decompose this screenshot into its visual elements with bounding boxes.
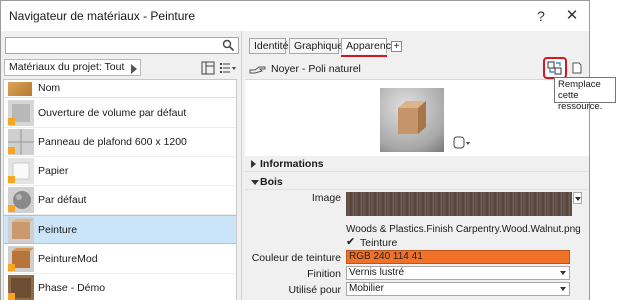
use-label: Utilisé pour <box>288 284 341 296</box>
material-name: Peinture <box>38 224 78 236</box>
use-select[interactable]: Mobilier <box>346 282 570 296</box>
list-item[interactable]: Papier <box>4 157 236 186</box>
column-header-name[interactable]: Nom <box>38 82 60 94</box>
search-input[interactable] <box>5 37 239 54</box>
project-marker-icon <box>8 147 15 154</box>
tint-checkbox-label: Teinture <box>360 237 398 249</box>
image-options-button[interactable] <box>573 192 582 204</box>
image-label: Image <box>311 192 341 204</box>
finish-label: Finition <box>307 268 341 280</box>
expand-icon <box>251 160 256 168</box>
asset-bar: Noyer - Poli naturel <box>245 57 589 80</box>
tab-apparence[interactable]: Apparence <box>341 38 397 54</box>
list-item[interactable]: Ouverture de volume par défaut <box>4 99 236 128</box>
material-list: Nom Ouverture de volume par défaut Panne… <box>3 79 237 300</box>
material-name: Phase - Démo <box>38 282 106 294</box>
list-item[interactable]: Panneau de plafond 600 x 1200 <box>4 128 236 157</box>
material-name: PeintureMod <box>38 253 98 265</box>
material-name: Ouverture de volume par défaut <box>38 107 187 119</box>
search-icon[interactable] <box>222 39 235 52</box>
list-item[interactable]: Par défaut <box>4 186 236 215</box>
tab-identite[interactable]: Identité <box>249 38 288 54</box>
project-filter-label: Matériaux du projet: Tout <box>9 61 125 73</box>
replace-asset-icon <box>547 61 562 75</box>
collapse-icon <box>251 180 259 185</box>
close-button[interactable]: ✕ <box>560 5 584 27</box>
panel-toggle-icon[interactable] <box>201 61 215 75</box>
tab-graphiques[interactable]: Graphiques <box>289 38 348 54</box>
tint-color-label: Couleur de teinture <box>251 252 341 264</box>
image-file-name: Woods & Plastics.Finish Carpentry.Wood.W… <box>346 224 581 235</box>
list-item[interactable]: Phase - Démo <box>4 274 236 300</box>
material-name: Panneau de plafond 600 x 1200 <box>38 136 187 148</box>
material-preview <box>380 88 444 152</box>
asset-name: Noyer - Poli naturel <box>271 63 361 75</box>
material-name: Par défaut <box>38 194 87 206</box>
material-thumbnail-icon <box>8 217 34 243</box>
help-button[interactable]: ? <box>529 5 553 27</box>
preview-options-icon[interactable] <box>453 136 473 150</box>
project-marker-icon <box>8 264 15 271</box>
tooltip-line-1: Remplace cette <box>558 79 601 101</box>
replace-asset-button[interactable] <box>543 57 567 79</box>
project-marker-icon <box>8 118 15 125</box>
preview-area <box>245 80 589 156</box>
title-bar: Navigateur de matériaux - Peinture ? ✕ <box>1 1 589 31</box>
project-marker-icon <box>8 205 15 212</box>
section-bois[interactable]: Bois <box>245 174 589 190</box>
list-header: Nom <box>4 80 236 98</box>
list-item-selected[interactable]: Peinture <box>4 215 236 244</box>
section-title: Informations <box>260 158 324 170</box>
section-title: Bois <box>260 176 283 188</box>
tooltip-line-2: ressource. <box>558 101 603 112</box>
add-tab-button[interactable]: + <box>391 41 402 52</box>
chevron-down-icon <box>560 287 566 291</box>
material-name: Papier <box>38 165 69 177</box>
replace-asset-tooltip: Remplace cette ressource. <box>554 77 616 112</box>
material-list-pane: Matériaux du projet: Tout Nom Ouverture … <box>1 31 241 300</box>
list-item[interactable]: PeintureMod <box>4 245 236 274</box>
tint-checkbox[interactable]: ✔ <box>346 237 357 248</box>
material-browser-window: Navigateur de matériaux - Peinture ? ✕ M… <box>0 0 590 300</box>
chevron-right-icon <box>131 64 138 74</box>
window-title: Navigateur de matériaux - Peinture <box>9 9 196 23</box>
wood-texture-image[interactable] <box>346 192 572 216</box>
finish-select[interactable]: Vernis lustré <box>346 266 570 280</box>
duplicate-asset-icon[interactable] <box>571 62 583 74</box>
project-filter-row: Matériaux du projet: Tout <box>1 57 241 79</box>
wood-cube-preview-icon <box>398 101 426 134</box>
chevron-down-icon <box>575 197 581 201</box>
tint-color-swatch[interactable]: RGB 240 114 41 <box>346 250 570 264</box>
finish-value: Vernis lustré <box>349 267 405 278</box>
hand-icon <box>249 66 266 74</box>
project-filter-dropdown[interactable]: Matériaux du projet: Tout <box>4 59 142 76</box>
list-view-icon[interactable] <box>219 61 237 75</box>
material-editor-pane: Identité Graphiques Apparence + Noyer - … <box>245 31 589 300</box>
header-thumbnail <box>8 82 32 96</box>
project-marker-icon <box>8 293 15 300</box>
chevron-down-icon <box>560 271 566 275</box>
use-value: Mobilier <box>349 283 385 294</box>
section-informations[interactable]: Informations <box>245 156 589 172</box>
project-marker-icon <box>8 176 15 183</box>
